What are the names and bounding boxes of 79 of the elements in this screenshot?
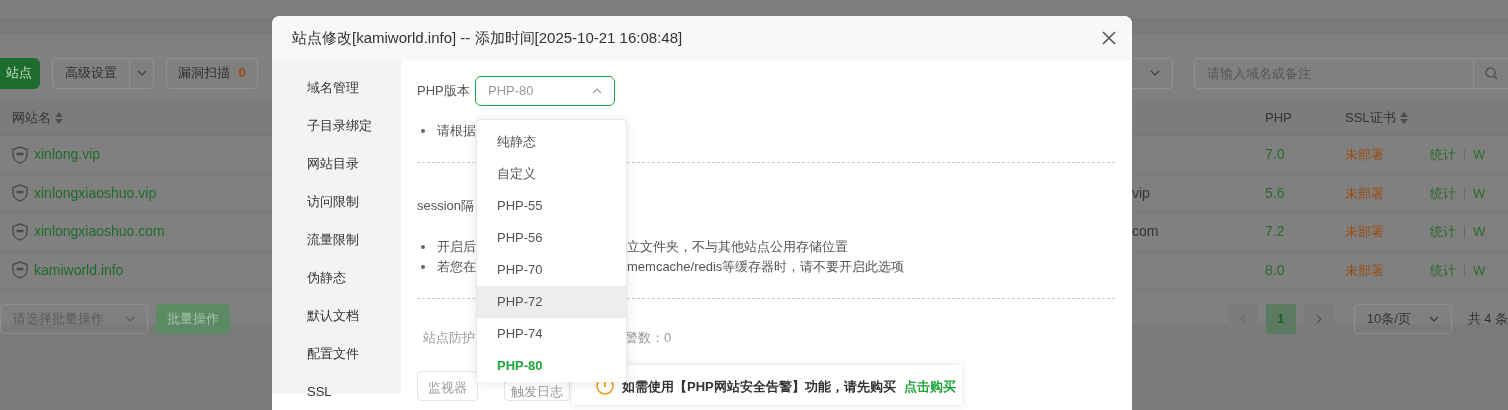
dropdown-option[interactable]: 自定义 [477, 158, 626, 190]
ssl-status-cell-text: 未部署 [1345, 223, 1385, 241]
session-note-start: 若您在 [437, 258, 476, 277]
dropdown-option[interactable]: PHP-80 [477, 350, 626, 382]
page-button[interactable]: 1 [1265, 304, 1296, 334]
column-header: SSL证书 [1345, 108, 1396, 127]
php-version-cell-text: 7.2 [1265, 222, 1286, 242]
table-cell: com [1132, 223, 1159, 240]
action-link[interactable]: W [1473, 145, 1486, 165]
vuln-scan-button[interactable]: 漏洞扫描 0 [166, 57, 258, 89]
sidebar-item[interactable]: SSL [272, 373, 401, 410]
add-site-button[interactable]: 站点 [0, 57, 40, 89]
caret-icon [1150, 70, 1160, 76]
action-link[interactable]: 统计 [1430, 222, 1456, 242]
search-icon [1484, 66, 1498, 80]
table-cell: vip [1132, 184, 1150, 201]
session-label: session隔 [417, 198, 475, 213]
dropdown-option[interactable]: PHP-72 [477, 286, 626, 318]
column-header: 网站名 [12, 108, 51, 127]
shield-icon [12, 222, 28, 241]
page-size-value: 10条/页 [1366, 310, 1411, 329]
caret-icon [1315, 314, 1322, 324]
sort-icon[interactable] [55, 111, 63, 124]
site-link[interactable]: xinlongxiaoshuo.com [34, 221, 165, 243]
close-icon[interactable] [1102, 31, 1116, 45]
sidebar-item[interactable]: 伪静态 [272, 259, 401, 297]
sidebar-item[interactable]: 默认文档 [272, 297, 401, 335]
shield-icon [12, 184, 28, 203]
site-link[interactable]: xinlongxiaoshuo.vip [34, 182, 157, 204]
dropdown-option[interactable]: PHP-70 [477, 254, 626, 286]
php-version-value: PHP-80 [488, 82, 534, 101]
caret-icon [1428, 316, 1439, 322]
session-note-start: 开启后 [437, 238, 476, 257]
advanced-settings-button[interactable]: 高级设置 [52, 57, 154, 89]
sidebar-item[interactable]: 配置文件 [272, 335, 401, 373]
sidebar-item[interactable]: 流量限制 [272, 221, 401, 259]
column-header: PHP [1265, 108, 1293, 127]
action-link[interactable]: 统计 [1430, 260, 1456, 280]
action-link[interactable]: W [1473, 183, 1486, 203]
php-version-cell-text: 7.0 [1265, 145, 1286, 165]
total-count: 共 4 条 [1467, 310, 1508, 329]
session-note-end: 立文件夹，不与其他站点公用存储位置 [627, 238, 848, 257]
site-protection-label: 站点防护 [423, 329, 475, 348]
ssl-status-cell-text: 未部署 [1345, 184, 1385, 203]
dialog-title: 站点修改[kamiworld.info] -- 添加时间[2025-10-21 16:08:48] [292, 27, 683, 48]
sidebar-item[interactable]: 访问限制 [272, 183, 401, 221]
sidebar-item[interactable]: 子目录绑定 [272, 107, 401, 145]
site-link[interactable]: xinlong.vip [34, 144, 101, 166]
sidebar-item[interactable]: 网站目录 [272, 145, 401, 183]
search-button[interactable] [1474, 57, 1508, 89]
advanced-settings-label[interactable]: 高级设置 [53, 58, 130, 88]
action-link[interactable]: W [1473, 260, 1486, 280]
site-link[interactable]: kamiworld.info [34, 259, 124, 281]
php-note: 请根据 [437, 122, 476, 141]
php-version-select[interactable]: PHP-80 [475, 76, 615, 106]
batch-action-button[interactable]: 批量操作 [156, 304, 230, 334]
action-link[interactable]: 统计 [1430, 183, 1456, 203]
shield-icon [12, 261, 28, 280]
sort-icon[interactable] [1399, 111, 1408, 124]
caret-icon [136, 70, 147, 76]
action-link[interactable]: 统计 [1430, 145, 1456, 165]
page-size-select[interactable]: 10条/页 [1353, 304, 1452, 334]
buy-link[interactable]: 点击购买 [903, 377, 956, 397]
php-version-cell-text: 5.6 [1265, 183, 1286, 203]
action-link[interactable]: W [1473, 222, 1486, 242]
shield-icon [12, 145, 28, 164]
caret-icon [125, 316, 135, 322]
session-note-end: memcache/redis等缓存器时，请不要开启此选项 [627, 258, 905, 277]
ssl-status-cell-text: 未部署 [1345, 146, 1385, 164]
alert-count: 警数：0 [625, 329, 672, 348]
php-version-cell-text: 8.0 [1265, 260, 1286, 280]
ssl-status-cell-text: 未部署 [1345, 261, 1385, 280]
dropdown-option[interactable]: PHP-74 [477, 318, 626, 350]
php-version-label: PHP版本 [417, 82, 471, 101]
caret-icon [592, 88, 602, 94]
dropdown-option[interactable]: PHP-56 [477, 222, 626, 254]
dropdown-option[interactable]: 纯静态 [477, 126, 626, 158]
dropdown-option[interactable]: PHP-55 [477, 190, 626, 222]
sidebar-item[interactable]: 域名管理 [272, 69, 401, 107]
